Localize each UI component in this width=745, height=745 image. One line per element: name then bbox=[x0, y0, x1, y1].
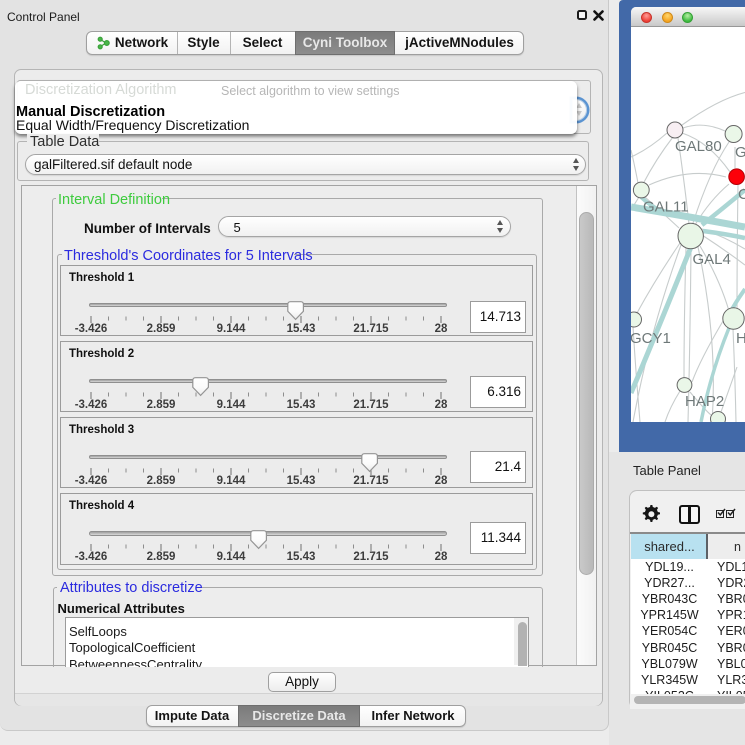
svg-text:GAL80: GAL80 bbox=[675, 138, 722, 155]
svg-text:HAP2: HAP2 bbox=[685, 393, 724, 410]
svg-text:GAL4: GAL4 bbox=[693, 251, 731, 268]
svg-text:C: C bbox=[738, 186, 745, 203]
svg-text:H: H bbox=[736, 330, 745, 347]
svg-text:GCY1: GCY1 bbox=[631, 330, 671, 347]
svg-text:G.: G. bbox=[735, 144, 745, 161]
svg-text:GAL11: GAL11 bbox=[643, 199, 689, 216]
